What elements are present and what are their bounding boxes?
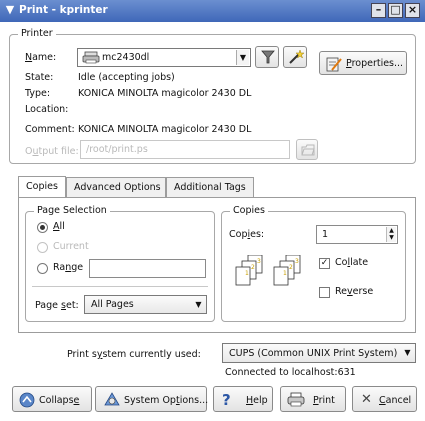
collate-pages-icon: 321 321: [232, 254, 304, 298]
current-label: Current: [53, 241, 89, 252]
comment-value: KONICA MINOLTA magicolor 2430 DL: [78, 124, 252, 135]
output-file-label: Output file:: [25, 146, 79, 157]
copies-legend: Copies: [230, 205, 268, 216]
window-menu-icon[interactable]: ▼: [3, 3, 17, 17]
chevron-down-icon[interactable]: ▼: [192, 297, 205, 312]
all-radio[interactable]: [37, 222, 48, 233]
tab-advanced-options[interactable]: Advanced Options: [66, 177, 166, 197]
collate-checkbox[interactable]: ✓: [319, 258, 330, 269]
tab-additional-tags[interactable]: Additional Tags: [166, 177, 254, 197]
output-file-input[interactable]: /root/print.ps: [80, 140, 290, 159]
copies-value: 1: [322, 229, 329, 240]
svg-text:3: 3: [295, 258, 299, 265]
title-bar[interactable]: ▼ Print - kprinter – □ ×: [0, 0, 425, 22]
browse-file-button[interactable]: [296, 139, 318, 160]
tab-copies-label: Copies: [26, 181, 58, 192]
close-button[interactable]: ×: [405, 3, 420, 18]
print-system-value: CUPS (Common UNIX Print System): [229, 348, 398, 359]
printer-name-value: mc2430dl: [102, 52, 150, 63]
print-dialog: ▼ Print - kprinter – □ × Printer Name: m…: [0, 0, 425, 421]
svg-text:3: 3: [257, 258, 261, 265]
comment-label: Comment:: [25, 124, 75, 135]
print-label: Print: [313, 395, 335, 406]
collapse-icon: [19, 392, 35, 411]
all-label: All: [53, 221, 65, 232]
print-system-label: Print system currently used:: [67, 349, 201, 360]
location-label: Location:: [25, 104, 69, 115]
connection-status: Connected to localhost:631: [225, 367, 356, 378]
chevron-down-icon[interactable]: ▼: [401, 345, 414, 360]
collapse-label: Collapse: [39, 395, 80, 406]
collapse-button[interactable]: Collapse: [12, 386, 92, 412]
print-button[interactable]: Print: [280, 386, 346, 412]
print-icon: [287, 392, 305, 410]
cancel-button[interactable]: ✕ Cancel: [352, 386, 417, 412]
page-set-combo[interactable]: All Pages ▼: [84, 295, 207, 314]
page-set-label: Page set:: [35, 300, 79, 311]
range-label: Range: [53, 262, 84, 273]
filter-icon: [261, 50, 275, 68]
system-options-label: System Options...: [124, 395, 209, 406]
type-label: Type:: [25, 88, 51, 99]
output-file-value: /root/print.ps: [86, 144, 148, 155]
printer-icon: [82, 51, 100, 67]
type-value: KONICA MINOLTA magicolor 2430 DL: [78, 88, 252, 99]
wand-icon: [288, 49, 305, 68]
name-label: Name:: [25, 52, 57, 63]
printer-name-combo[interactable]: mc2430dl ▼: [77, 48, 251, 67]
cancel-label: Cancel: [379, 395, 412, 406]
copies-count-label: Copies:: [229, 229, 265, 240]
properties-button[interactable]: Properties...: [319, 51, 407, 75]
state-value: Idle (accepting jobs): [78, 72, 175, 83]
chevron-down-icon[interactable]: ▼: [236, 50, 249, 65]
svg-text:1: 1: [283, 270, 287, 277]
collate-label: Collate: [335, 257, 369, 268]
range-radio[interactable]: [37, 263, 48, 274]
help-icon: ?: [222, 391, 231, 409]
window-title: Print - kprinter: [19, 4, 108, 16]
tab-copies[interactable]: Copies: [18, 176, 66, 198]
page-selection-divider: [32, 286, 208, 287]
svg-text:1: 1: [245, 270, 249, 277]
maximize-button[interactable]: □: [388, 3, 403, 18]
properties-label: Properties...: [346, 58, 404, 69]
system-options-button[interactable]: System Options...: [95, 386, 209, 412]
options-icon: [103, 391, 121, 411]
svg-text:2: 2: [289, 264, 293, 271]
help-button[interactable]: ? Help: [213, 386, 273, 412]
current-radio[interactable]: [37, 242, 48, 253]
page-selection-legend: Page Selection: [34, 205, 110, 216]
printer-legend: Printer: [18, 28, 56, 39]
tab-advanced-options-label: Advanced Options: [74, 182, 161, 193]
tab-additional-tags-label: Additional Tags: [174, 182, 246, 193]
print-system-combo[interactable]: CUPS (Common UNIX Print System) ▼: [222, 343, 416, 363]
page-set-value: All Pages: [91, 299, 134, 310]
spin-arrows-icon[interactable]: ▲ ▼: [386, 227, 396, 242]
range-input[interactable]: [89, 259, 206, 278]
reverse-checkbox[interactable]: [319, 287, 330, 298]
help-label: Help: [246, 395, 268, 406]
cancel-icon: ✕: [361, 392, 372, 407]
properties-icon: [326, 56, 342, 75]
folder-icon: [301, 143, 315, 160]
filter-button[interactable]: [255, 46, 279, 68]
reverse-label: Reverse: [335, 286, 374, 297]
state-label: State:: [25, 72, 54, 83]
copies-spinbox[interactable]: 1 ▲ ▼: [316, 225, 398, 244]
minimize-button[interactable]: –: [371, 3, 386, 18]
wizard-button[interactable]: [283, 46, 307, 68]
svg-text:2: 2: [251, 264, 255, 271]
